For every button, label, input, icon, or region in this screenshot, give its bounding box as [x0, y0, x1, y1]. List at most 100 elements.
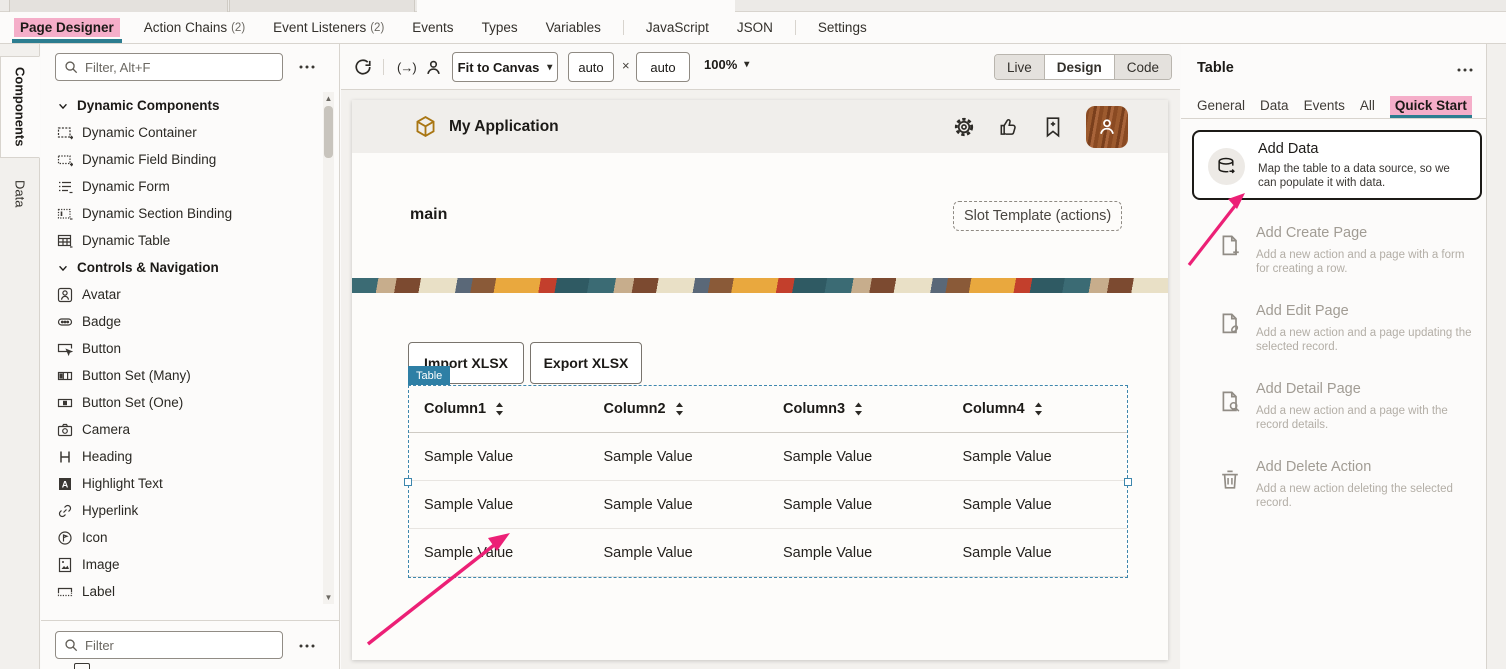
component-item-label: Hyperlink — [82, 503, 138, 518]
menu-separator — [795, 20, 796, 35]
add-detail-page-description: Add a new action and a page with the rec… — [1256, 404, 1474, 432]
bookmark-icon[interactable] — [1043, 116, 1063, 138]
tab-data[interactable]: Data — [1260, 98, 1289, 118]
scroll-down-icon[interactable]: ▼ — [323, 593, 334, 602]
scrollbar-thumb[interactable] — [324, 106, 333, 158]
component-item-icon[interactable]: Icon — [41, 524, 321, 551]
column-header[interactable]: Column3 — [768, 386, 948, 432]
selection-handle-left[interactable] — [404, 478, 412, 486]
mode-live-button[interactable]: Live — [995, 55, 1044, 79]
tab-event-listeners[interactable]: Event Listeners(2) — [271, 12, 386, 43]
slot-template-actions[interactable]: Slot Template (actions) — [953, 201, 1122, 231]
canvas-table[interactable]: Column1 Column2 Column3 Column4 — [409, 386, 1127, 577]
component-item-avatar[interactable]: Avatar — [41, 281, 321, 308]
mode-design-button[interactable]: Design — [1044, 55, 1115, 79]
component-item-dynamic-table[interactable]: Dynamic Table — [41, 227, 321, 254]
add-create-page-item[interactable]: Add Create Page Add a new action and a p… — [1192, 212, 1482, 290]
component-item-label: Dynamic Form — [82, 179, 170, 194]
component-item-dynamic-section-binding[interactable]: Dynamic Section Binding — [41, 200, 321, 227]
component-item-camera[interactable]: Camera — [41, 416, 321, 443]
add-detail-page-item[interactable]: Add Detail Page Add a new action and a p… — [1192, 368, 1482, 446]
person-icon — [1097, 117, 1117, 137]
component-item-heading[interactable]: Heading — [41, 443, 321, 470]
table-row[interactable]: Sample Value Sample Value Sample Value S… — [409, 433, 1127, 481]
canvas-width-input[interactable] — [569, 53, 613, 81]
editor-tab[interactable] — [229, 0, 415, 12]
add-delete-action-item[interactable]: Add Delete Action Add a new action delet… — [1192, 446, 1482, 524]
tab-general[interactable]: General — [1197, 98, 1245, 118]
design-canvas[interactable]: My Application main Slot Template (actio… — [341, 90, 1180, 669]
sort-icon[interactable] — [675, 402, 684, 416]
table-row[interactable]: Sample Value Sample Value Sample Value S… — [409, 481, 1127, 529]
chevron-down-icon — [57, 262, 69, 274]
refresh-button[interactable] — [354, 44, 372, 90]
canvas-height-input[interactable] — [637, 53, 689, 81]
component-item-badge[interactable]: Badge — [41, 308, 321, 335]
bottom-filter-input[interactable] — [85, 638, 274, 653]
add-edit-page-item[interactable]: Add Edit Page Add a new action and a pag… — [1192, 290, 1482, 368]
tab-action-chains[interactable]: Action Chains(2) — [142, 12, 247, 43]
export-xlsx-button[interactable]: Export XLSX — [530, 342, 642, 384]
gear-icon[interactable] — [953, 116, 975, 138]
component-item-button-set-one[interactable]: Button Set (One) — [41, 389, 321, 416]
bottom-menu-button[interactable] — [295, 636, 319, 656]
tab-events[interactable]: Events — [410, 12, 455, 43]
component-item-label: Avatar — [82, 287, 121, 302]
components-scrollbar[interactable]: ▲ ▼ — [323, 92, 334, 604]
selection-handle-right[interactable] — [1124, 478, 1132, 486]
zoom-dropdown[interactable]: 100% ▾ — [704, 57, 749, 72]
properties-title: Table — [1197, 60, 1234, 76]
component-item-dynamic-form[interactable]: Dynamic Form — [41, 173, 321, 200]
sort-icon[interactable] — [1034, 402, 1043, 416]
components-menu-button[interactable] — [295, 57, 319, 77]
tab-quick-start[interactable]: Quick Start — [1390, 98, 1472, 118]
tab-page-designer[interactable]: Page Designer — [12, 12, 122, 43]
quick-start-list: Add Create Page Add a new action and a p… — [1192, 212, 1482, 524]
right-edge-strip[interactable] — [1486, 44, 1506, 669]
component-item-dynamic-field-binding[interactable]: Dynamic Field Binding — [41, 146, 321, 173]
components-filter[interactable] — [55, 53, 283, 81]
add-data-card[interactable]: Add Data Map the table to a data source,… — [1192, 130, 1482, 200]
fit-to-canvas-dropdown[interactable]: Fit to Canvas ▾ — [452, 52, 558, 82]
canvas-height-field[interactable] — [636, 52, 690, 82]
component-item-highlight-text[interactable]: A Highlight Text — [41, 470, 321, 497]
selection-badge-label: Table — [416, 370, 442, 382]
component-item-button-set-many[interactable]: Button Set (Many) — [41, 362, 321, 389]
thumbs-up-icon[interactable] — [998, 116, 1020, 138]
tab-variables[interactable]: Variables — [544, 12, 603, 43]
component-item-image[interactable]: Image — [41, 551, 321, 578]
component-item-label: Dynamic Container — [82, 125, 197, 140]
component-item-dynamic-container[interactable]: Dynamic Container — [41, 119, 321, 146]
components-filter-input[interactable] — [85, 60, 274, 75]
column-header[interactable]: Column1 — [409, 386, 589, 432]
column-header[interactable]: Column2 — [589, 386, 769, 432]
user-context-button[interactable] — [425, 44, 442, 90]
tab-events[interactable]: Events — [1304, 98, 1345, 118]
component-item-button[interactable]: Button — [41, 335, 321, 362]
tab-types[interactable]: Types — [480, 12, 520, 43]
section-dynamic-components[interactable]: Dynamic Components — [41, 92, 321, 119]
menu-separator — [623, 20, 624, 35]
canvas-width-field[interactable] — [568, 52, 614, 82]
component-item-hyperlink[interactable]: Hyperlink — [41, 497, 321, 524]
column-header[interactable]: Column4 — [948, 386, 1128, 432]
tab-settings[interactable]: Settings — [816, 12, 869, 43]
component-item-label[interactable]: Label — [41, 578, 321, 605]
scroll-up-icon[interactable]: ▲ — [323, 94, 334, 103]
sort-icon[interactable] — [854, 402, 863, 416]
mode-code-button[interactable]: Code — [1115, 55, 1171, 79]
table-row[interactable]: Sample Value Sample Value Sample Value S… — [409, 529, 1127, 577]
sort-icon[interactable] — [495, 402, 504, 416]
rail-tab-components[interactable]: Components — [0, 56, 40, 158]
page-title[interactable]: main — [410, 206, 447, 224]
rail-tab-data[interactable]: Data — [0, 170, 40, 218]
editor-tab[interactable] — [9, 0, 228, 12]
section-controls-navigation[interactable]: Controls & Navigation — [41, 254, 321, 281]
user-avatar[interactable] — [1086, 106, 1128, 148]
tab-javascript[interactable]: JavaScript — [644, 12, 711, 43]
bottom-filter[interactable] — [55, 631, 283, 659]
tab-json[interactable]: JSON — [735, 12, 775, 43]
flow-indicator-button[interactable]: (→) — [397, 44, 416, 90]
properties-menu-button[interactable] — [1453, 60, 1477, 80]
tab-all[interactable]: All — [1360, 98, 1375, 118]
